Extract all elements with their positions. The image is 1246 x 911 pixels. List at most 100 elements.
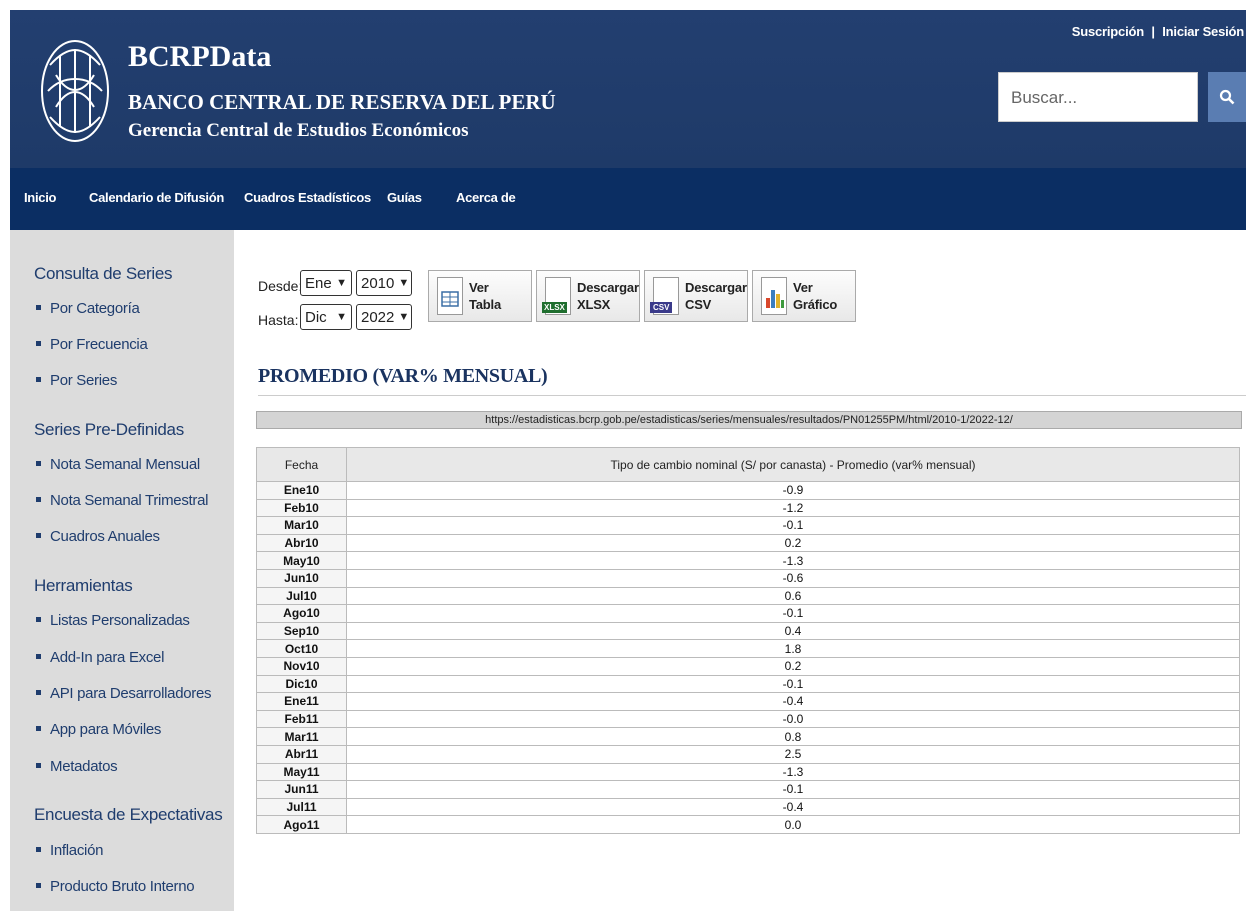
cell-valor: -1.3 bbox=[346, 551, 1240, 570]
xlsx-tag: XLSX bbox=[542, 302, 567, 313]
desde-month-value: Ene bbox=[305, 274, 332, 292]
nav-item-inicio[interactable]: Inicio bbox=[24, 190, 56, 205]
sidebar-item-label: Por Frecuencia bbox=[50, 336, 148, 353]
bullet-icon bbox=[36, 846, 41, 852]
desde-year-select[interactable]: 2010 ▼ bbox=[356, 270, 412, 296]
hasta-year-select[interactable]: 2022 ▼ bbox=[356, 304, 412, 330]
login-link[interactable]: Iniciar Sesión bbox=[1162, 24, 1244, 39]
chevron-down-icon: ▼ bbox=[398, 277, 410, 289]
sidebar-item-app-moviles[interactable]: App para Móviles bbox=[36, 721, 161, 738]
sidebar-item-label: Producto Bruto Interno bbox=[50, 878, 195, 895]
sidebar-item-label: Inflación bbox=[50, 842, 104, 859]
download-csv-button[interactable]: CSV Descargar CSV bbox=[644, 270, 748, 322]
chevron-down-icon: ▼ bbox=[398, 311, 410, 323]
sidebar-item-listas[interactable]: Listas Personalizadas bbox=[36, 612, 190, 629]
sidebar-item-addin-excel[interactable]: Add-In para Excel bbox=[36, 649, 164, 666]
hasta-year-value: 2022 bbox=[361, 308, 395, 326]
cell-fecha: Ago11 bbox=[256, 815, 347, 834]
cell-valor: 0.6 bbox=[346, 586, 1240, 606]
cell-fecha: May10 bbox=[256, 551, 347, 570]
brand-subtitle-department: Gerencia Central de Estudios Económicos bbox=[128, 120, 469, 141]
cell-valor: 0.0 bbox=[346, 815, 1240, 834]
sidebar-item-label: App para Móviles bbox=[50, 721, 162, 738]
sidebar-item-nota-trimestral[interactable]: Nota Semanal Trimestral bbox=[36, 492, 208, 509]
cell-valor: -0.4 bbox=[346, 797, 1240, 817]
series-url[interactable]: https://estadisticas.bcrp.gob.pe/estadis… bbox=[256, 411, 1242, 429]
column-header-fecha: Fecha bbox=[256, 447, 347, 482]
sidebar-item-metadatos[interactable]: Metadatos bbox=[36, 758, 118, 775]
sidebar-item-inflacion[interactable]: Inflación bbox=[36, 842, 103, 859]
xlsx-icon: XLSX bbox=[542, 277, 571, 315]
table-body: Ene10 -0.9 Feb10 -1.2 Mar10 -0.1 Abr10 0.2 May10… bbox=[256, 481, 1240, 834]
bullet-icon bbox=[36, 653, 41, 659]
table-row: Abr10 0.2 bbox=[256, 533, 1240, 553]
top-links-separator: | bbox=[1151, 24, 1155, 39]
cell-fecha: Feb10 bbox=[256, 498, 347, 518]
table-row: Jun11 -0.1 bbox=[256, 780, 1240, 799]
desde-month-select[interactable]: Ene ▼ bbox=[300, 270, 352, 296]
sidebar-section-title: Series Pre-Definidas bbox=[34, 420, 184, 439]
table-row: Sep10 0.4 bbox=[256, 621, 1240, 641]
cell-valor: -1.3 bbox=[346, 762, 1240, 782]
cell-valor: -0.9 bbox=[346, 481, 1240, 500]
nav-item-cuadros[interactable]: Cuadros Estadísticos bbox=[244, 190, 371, 205]
button-label: Ver bbox=[469, 280, 489, 295]
subscription-link[interactable]: Suscripción bbox=[1072, 24, 1144, 39]
view-table-button[interactable]: Ver Tabla bbox=[428, 270, 532, 322]
search-input[interactable]: Buscar... bbox=[998, 72, 1198, 122]
cell-valor: 0.4 bbox=[346, 621, 1240, 641]
button-label: Descargar bbox=[685, 280, 747, 295]
data-table: Fecha Tipo de cambio nominal (S/ por can… bbox=[256, 447, 1240, 834]
sidebar-item-label: Nota Semanal Trimestral bbox=[50, 492, 209, 509]
bullet-icon bbox=[36, 616, 41, 622]
csv-tag: CSV bbox=[650, 302, 673, 313]
sidebar-item-por-frecuencia[interactable]: Por Frecuencia bbox=[36, 336, 148, 353]
column-header-valor: Tipo de cambio nominal (S/ por canasta) … bbox=[346, 447, 1240, 482]
cell-fecha: May11 bbox=[256, 762, 347, 782]
hasta-month-value: Dic bbox=[305, 308, 327, 326]
cell-valor: 2.5 bbox=[346, 744, 1240, 764]
chevron-down-icon: ▼ bbox=[336, 277, 347, 289]
nav-item-acerca[interactable]: Acerca de bbox=[456, 190, 516, 205]
sidebar-item-por-series[interactable]: Por Series bbox=[36, 372, 117, 389]
cell-fecha: Dic10 bbox=[256, 674, 347, 694]
table-row: Ene11 -0.4 bbox=[256, 692, 1240, 711]
sidebar-item-por-categoria[interactable]: Por Categoría bbox=[36, 300, 140, 317]
cell-fecha: Jun11 bbox=[256, 780, 347, 799]
bullet-icon bbox=[36, 532, 41, 538]
table-row: Feb10 -1.2 bbox=[256, 498, 1240, 518]
cell-valor: -0.1 bbox=[346, 604, 1240, 623]
hasta-month-select[interactable]: Dic ▼ bbox=[300, 304, 352, 330]
brand-title[interactable]: BCRPData bbox=[128, 40, 271, 74]
sidebar-item-nota-mensual[interactable]: Nota Semanal Mensual bbox=[36, 456, 200, 473]
sidebar-item-label: Cuadros Anuales bbox=[50, 528, 160, 545]
desde-year-value: 2010 bbox=[361, 274, 395, 292]
cell-valor: -0.6 bbox=[346, 568, 1240, 588]
search-button[interactable] bbox=[1208, 72, 1246, 122]
nav-item-guias[interactable]: Guías bbox=[387, 190, 422, 205]
sidebar-item-cuadros-anuales[interactable]: Cuadros Anuales bbox=[36, 528, 160, 545]
button-label: Descargar bbox=[577, 280, 639, 295]
search-icon bbox=[1219, 89, 1235, 105]
sidebar-item-pbi[interactable]: Producto Bruto Interno bbox=[36, 878, 195, 895]
download-xlsx-button[interactable]: XLSX Descargar XLSX bbox=[536, 270, 640, 322]
cell-fecha: Ene11 bbox=[256, 692, 347, 711]
cell-fecha: Abr11 bbox=[256, 744, 347, 764]
sidebar-item-api[interactable]: API para Desarrolladores bbox=[36, 685, 212, 702]
view-chart-button[interactable]: Ver Gráfico bbox=[752, 270, 856, 322]
button-label: XLSX bbox=[577, 297, 611, 312]
site-header: BCRPData BANCO CENTRAL DE RESERVA DEL PE… bbox=[10, 10, 1246, 168]
bullet-icon bbox=[36, 689, 41, 695]
button-label: Tabla bbox=[469, 297, 501, 312]
sidebar-item-label: Nota Semanal Mensual bbox=[50, 456, 200, 473]
nav-item-calendario[interactable]: Calendario de Difusión bbox=[89, 190, 224, 205]
table-row: Jun10 -0.6 bbox=[256, 568, 1240, 588]
sidebar: Consulta de Series Por Categoría Por Fre… bbox=[10, 230, 234, 911]
button-label: Gráfico bbox=[793, 297, 838, 312]
sidebar-item-label: Add-In para Excel bbox=[50, 649, 165, 666]
cell-fecha: Jul11 bbox=[256, 797, 347, 817]
cell-valor: -0.1 bbox=[346, 674, 1240, 694]
main-nav: Inicio Calendario de Difusión Cuadros Es… bbox=[10, 168, 1246, 230]
sidebar-section-title: Herramientas bbox=[34, 576, 133, 595]
table-row: Ene10 -0.9 bbox=[256, 481, 1240, 500]
